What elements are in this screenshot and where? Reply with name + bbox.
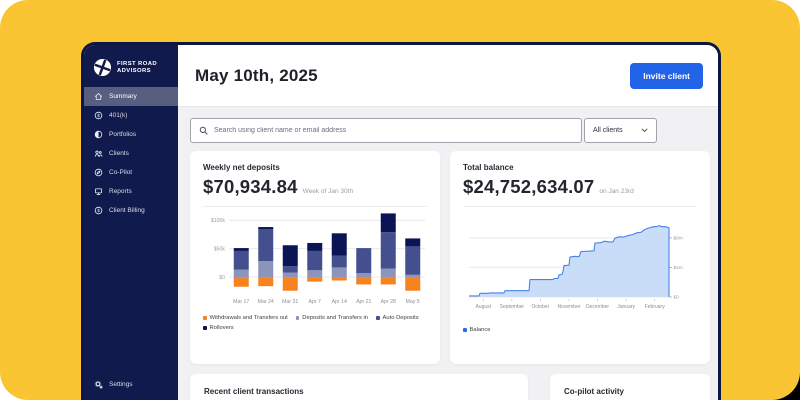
balance-card-period: on Jan 23rd bbox=[599, 188, 633, 195]
top-header: May 10th, 2025 Invite client bbox=[178, 45, 718, 107]
svg-text:February: February bbox=[645, 304, 666, 310]
weekly-card-title: Weekly net deposits bbox=[203, 163, 427, 172]
invite-client-button[interactable]: Invite client bbox=[630, 63, 703, 89]
legend-dot bbox=[376, 316, 380, 320]
weekly-card-period: Week of Jan 30th bbox=[303, 188, 353, 195]
copilot-activity-card: Co-pilot activity bbox=[550, 374, 710, 400]
svg-text:November: November bbox=[557, 304, 580, 310]
weekly-chart-legend: Withdrawals and Transfers out Deposits an… bbox=[203, 315, 427, 331]
svg-text:$50k: $50k bbox=[214, 246, 226, 252]
page-date: May 10th, 2025 bbox=[195, 66, 318, 86]
svg-text:$: $ bbox=[97, 113, 100, 118]
sidebar-item-label: Summary bbox=[109, 93, 137, 100]
recent-transactions-title: Recent client transactions bbox=[204, 387, 514, 396]
half-circle-icon bbox=[94, 130, 103, 139]
brand-line2: ADVISORS bbox=[117, 68, 157, 75]
sidebar-item-label: Clients bbox=[109, 150, 129, 157]
weekly-deposits-bar-chart: $100k $50k $0 Mar 17 Mar 24 Mar 31 Apr 7 Apr 14… bbox=[203, 207, 427, 307]
svg-text:December: December bbox=[586, 304, 609, 310]
chevron-down-icon bbox=[641, 128, 648, 133]
legend-dot bbox=[203, 326, 207, 330]
screenshot-canvas: FIRST ROAD ADVISORS Summary $401(k) Portfo… bbox=[0, 0, 800, 400]
svg-text:September: September bbox=[500, 304, 525, 310]
legend-item-balance: Balance bbox=[463, 327, 490, 333]
sidebar: FIRST ROAD ADVISORS Summary $401(k) Portfo… bbox=[84, 45, 178, 400]
legend-dot bbox=[203, 316, 207, 320]
legend-item: Auto Deposits bbox=[376, 315, 419, 321]
brand: FIRST ROAD ADVISORS bbox=[84, 45, 178, 87]
sidebar-item-label: Client Billing bbox=[109, 207, 145, 214]
svg-text:Apr 14: Apr 14 bbox=[332, 299, 347, 305]
svg-text:October: October bbox=[532, 304, 550, 310]
sidebar-item-label: 401(k) bbox=[109, 112, 127, 119]
legend-item: Deposits and Transfers in bbox=[296, 315, 368, 321]
gear-icon bbox=[94, 380, 103, 389]
sidebar-settings-wrap: Settings bbox=[84, 375, 178, 394]
balance-card-value: $24,752,634.07 bbox=[463, 176, 594, 198]
sidebar-nav: Summary $401(k) Portfolios Clients Co-Pilot R… bbox=[84, 87, 178, 220]
app-window: FIRST ROAD ADVISORS Summary $401(k) Portfo… bbox=[81, 42, 721, 400]
legend-dot bbox=[463, 328, 467, 332]
svg-text:Apr 7: Apr 7 bbox=[309, 299, 322, 305]
people-icon bbox=[94, 149, 103, 158]
client-search[interactable] bbox=[190, 118, 582, 143]
main-area: May 10th, 2025 Invite client All clients bbox=[178, 45, 718, 400]
svg-text:Apr 21: Apr 21 bbox=[356, 299, 371, 305]
client-filter-dropdown[interactable]: All clients bbox=[584, 118, 657, 143]
compass-icon bbox=[94, 168, 103, 177]
home-icon bbox=[94, 92, 103, 101]
sidebar-item-label: Reports bbox=[109, 188, 132, 195]
total-balance-card: Total balance $24,752,634.07 on Jan 23rd… bbox=[450, 151, 710, 364]
sidebar-item-label: Co-Pilot bbox=[109, 169, 132, 176]
svg-text:$0: $0 bbox=[219, 275, 225, 281]
weekly-card-value: $70,934.84 bbox=[203, 176, 298, 198]
svg-text:$100k: $100k bbox=[211, 218, 226, 224]
sidebar-item-label: Portfolios bbox=[109, 131, 136, 138]
svg-text:January: January bbox=[617, 304, 635, 310]
sidebar-item-summary[interactable]: Summary bbox=[84, 87, 178, 106]
svg-text:$: $ bbox=[97, 208, 100, 213]
brand-logo-icon bbox=[93, 58, 112, 77]
svg-text:May 5: May 5 bbox=[406, 299, 420, 305]
balance-chart-legend: Balance bbox=[463, 327, 697, 333]
sidebar-item-401-k-[interactable]: $401(k) bbox=[84, 106, 178, 125]
weekly-net-deposits-card: Weekly net deposits $70,934.84 Week of J… bbox=[190, 151, 440, 364]
svg-text:Mar 31: Mar 31 bbox=[282, 299, 298, 305]
recent-transactions-card: Recent client transactions bbox=[190, 374, 528, 400]
legend-dot bbox=[296, 316, 300, 320]
sidebar-item-label: Settings bbox=[109, 381, 133, 388]
svg-text:August: August bbox=[475, 304, 491, 310]
sidebar-item-co-pilot[interactable]: Co-Pilot bbox=[84, 163, 178, 182]
svg-text:$0: $0 bbox=[674, 295, 680, 301]
filter-value: All clients bbox=[593, 127, 623, 134]
dollar-circle-icon: $ bbox=[94, 111, 103, 120]
total-balance-area-chart: $0 $4m $8m August September October November De… bbox=[463, 207, 697, 319]
copilot-activity-title: Co-pilot activity bbox=[564, 387, 696, 396]
svg-text:$4m: $4m bbox=[674, 265, 683, 271]
brand-line1: FIRST ROAD bbox=[117, 61, 157, 68]
sidebar-item-clients[interactable]: Clients bbox=[84, 144, 178, 163]
svg-text:Mar 24: Mar 24 bbox=[258, 299, 274, 305]
search-icon bbox=[199, 126, 208, 135]
sidebar-item-reports[interactable]: Reports bbox=[84, 182, 178, 201]
monitor-icon bbox=[94, 187, 103, 196]
svg-text:$8m: $8m bbox=[674, 236, 683, 242]
sidebar-item-portfolios[interactable]: Portfolios bbox=[84, 125, 178, 144]
billing-icon: $ bbox=[94, 206, 103, 215]
svg-text:Mar 17: Mar 17 bbox=[233, 299, 249, 305]
sidebar-item-settings[interactable]: Settings bbox=[84, 375, 178, 394]
sidebar-item-client-billing[interactable]: $ Client Billing bbox=[84, 201, 178, 220]
legend-item: Withdrawals and Transfers out bbox=[203, 315, 288, 321]
legend-item: Rollovers bbox=[203, 325, 234, 331]
balance-card-title: Total balance bbox=[463, 163, 697, 172]
content-area: All clients Weekly net deposits $70,934.… bbox=[178, 107, 718, 400]
search-input[interactable] bbox=[214, 127, 573, 134]
svg-text:Apr 28: Apr 28 bbox=[381, 299, 396, 305]
